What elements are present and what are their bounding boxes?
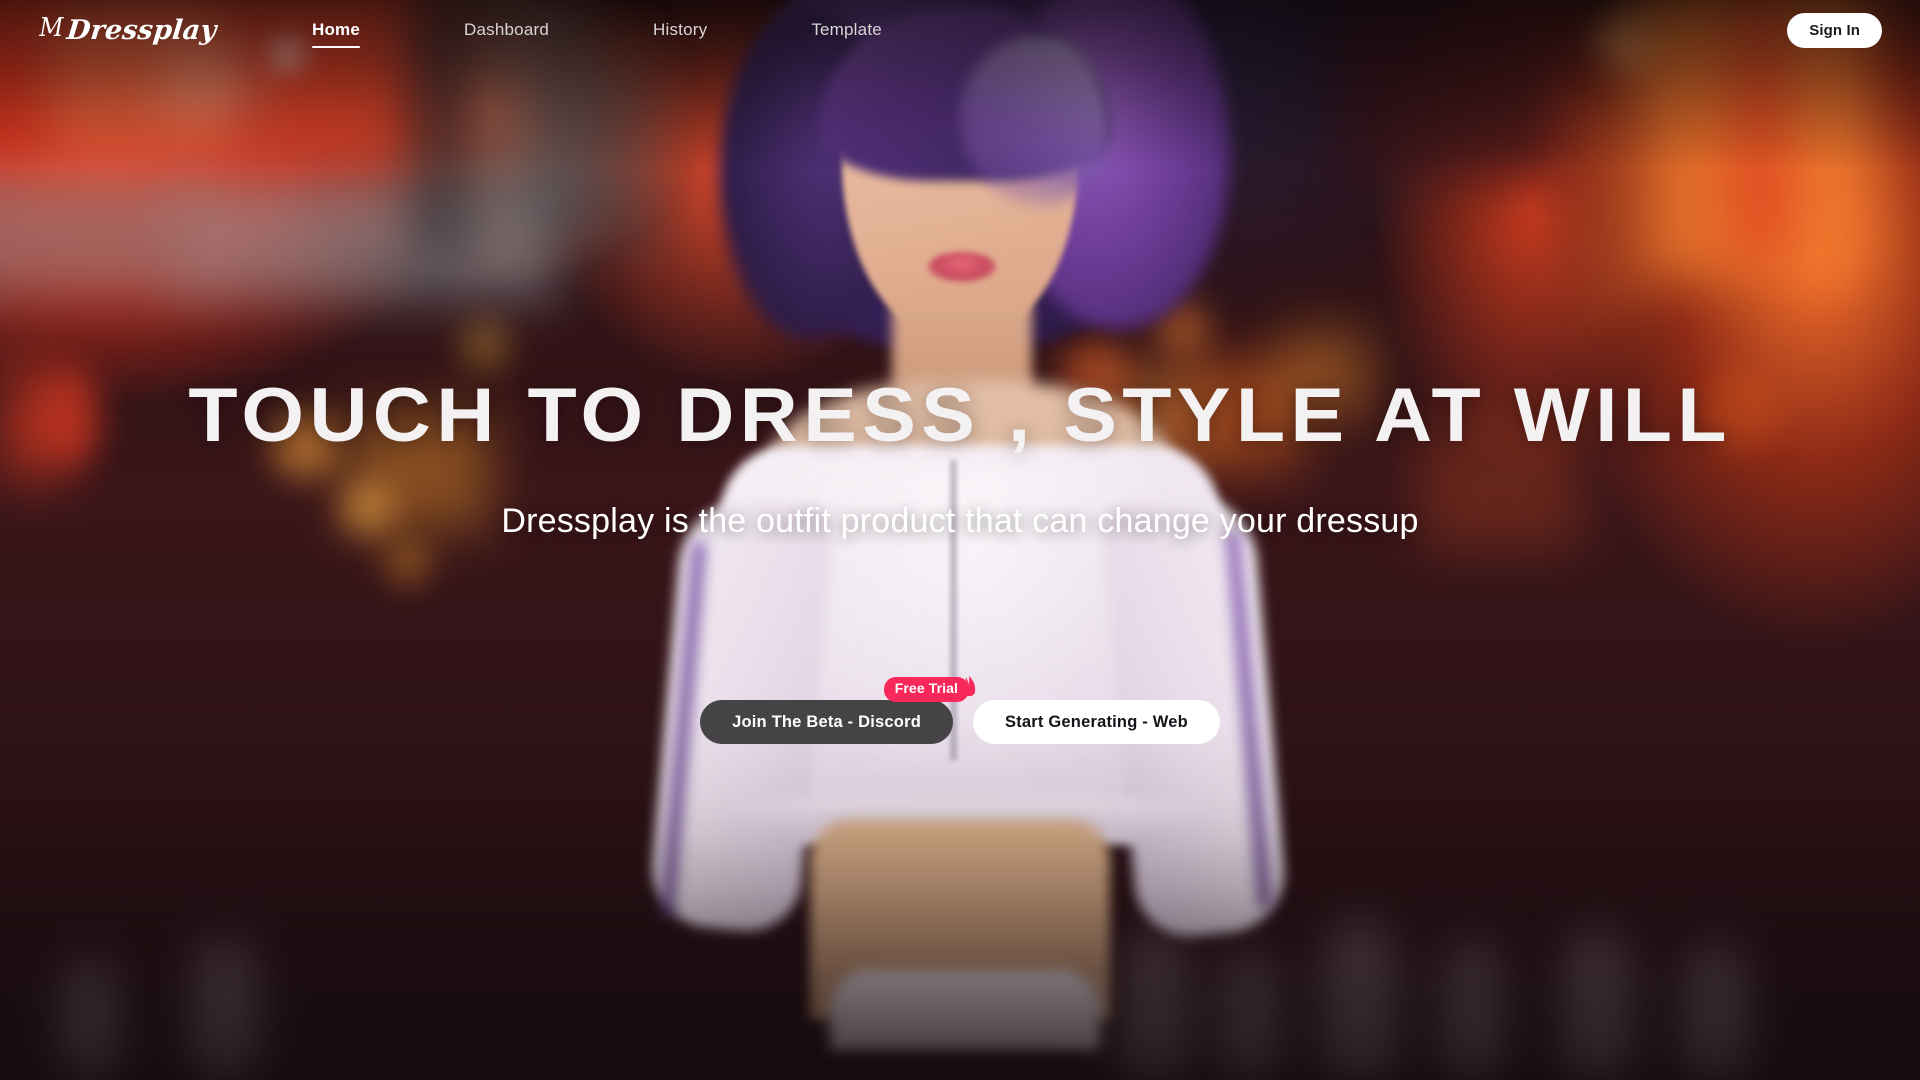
bottom-vignette bbox=[0, 720, 1920, 1080]
nav-item-home-label: Home bbox=[312, 20, 361, 39]
nav-item-history-label: History bbox=[653, 20, 708, 39]
top-navbar: M Dressplay Home Dashboard History Templ… bbox=[0, 0, 1920, 60]
nav-item-dashboard[interactable]: Dashboard bbox=[412, 0, 601, 60]
logo-mark-icon: M bbox=[39, 13, 64, 43]
free-trial-badge-label: Free Trial bbox=[894, 680, 958, 696]
start-generating-web-label: Start Generating - Web bbox=[1005, 712, 1188, 731]
cta-button-row: Join The Beta - Discord Free Trial Start… bbox=[0, 676, 1920, 744]
start-generating-web-button[interactable]: Start Generating - Web bbox=[973, 700, 1220, 744]
nav-item-home[interactable]: Home bbox=[260, 0, 412, 60]
nav-item-template-label: Template bbox=[811, 20, 882, 39]
join-beta-discord-button[interactable]: Join The Beta - Discord Free Trial bbox=[700, 676, 976, 744]
bokeh-light bbox=[460, 320, 510, 370]
lips bbox=[928, 252, 996, 282]
nav-item-history[interactable]: History bbox=[601, 0, 759, 60]
nav-links: Home Dashboard History Template bbox=[260, 0, 934, 60]
flame-icon bbox=[962, 676, 976, 697]
building-block bbox=[0, 175, 200, 295]
nav-active-underline bbox=[312, 46, 361, 48]
bokeh-light bbox=[385, 540, 430, 585]
navbar-right: Sign In bbox=[1787, 12, 1882, 48]
hero-section: M Dressplay Home Dashboard History Templ… bbox=[0, 0, 1920, 1080]
logo-wordmark: Dressplay bbox=[64, 14, 218, 46]
hero-subheadline: Dressplay is the outfit product that can… bbox=[501, 502, 1419, 540]
brand-logo[interactable]: M Dressplay bbox=[38, 13, 238, 46]
hero-headline: TOUCH TO DRESS , STYLE AT WILL bbox=[188, 373, 1732, 458]
nav-item-dashboard-label: Dashboard bbox=[464, 20, 550, 39]
hero-copy: TOUCH TO DRESS , STYLE AT WILL Dressplay… bbox=[0, 378, 1920, 541]
free-trial-badge: Free Trial bbox=[883, 676, 976, 702]
nav-item-template[interactable]: Template bbox=[759, 0, 934, 60]
join-beta-discord-label: Join The Beta - Discord bbox=[732, 712, 921, 731]
sign-in-button[interactable]: Sign In bbox=[1787, 12, 1882, 48]
